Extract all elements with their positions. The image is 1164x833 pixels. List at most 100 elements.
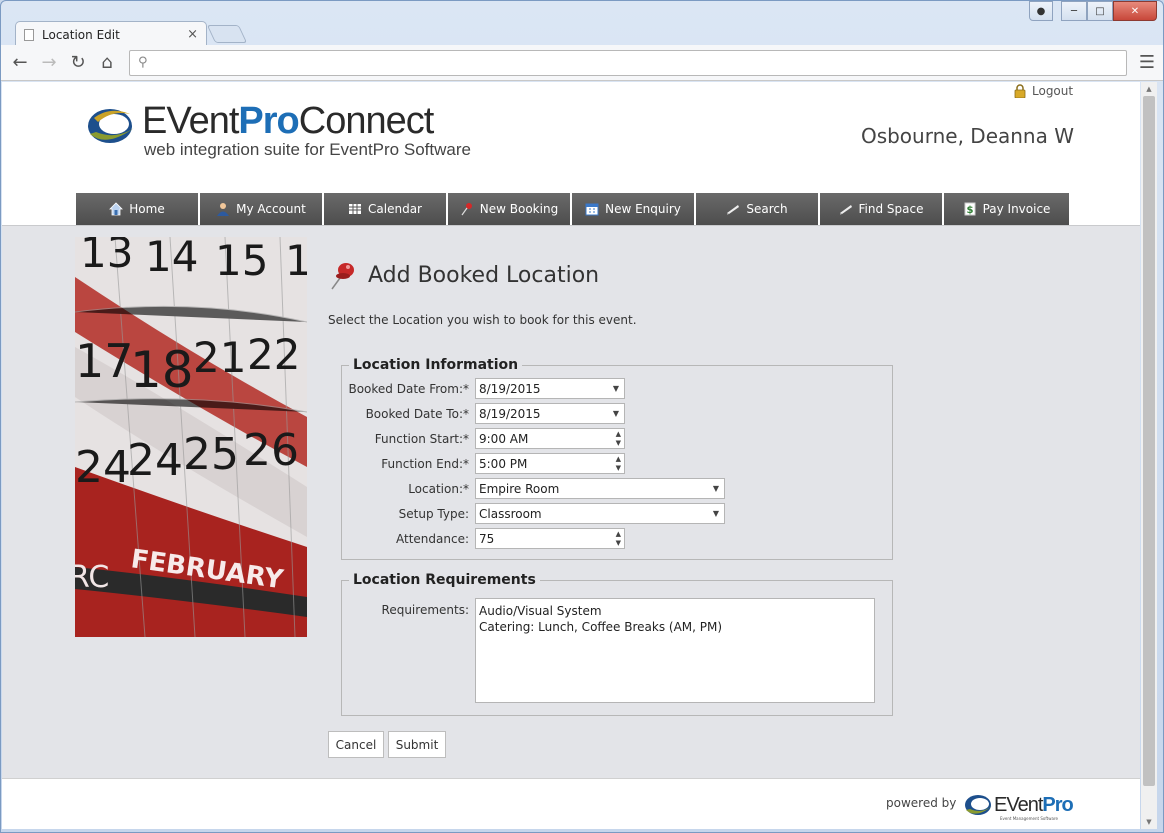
location-label: Location:*	[408, 481, 469, 496]
booked-date-to-row: Booked Date To:* 8/19/2015 ▼	[343, 403, 625, 424]
calendar-photo: 13 14 15 1 17 18 21 22 24 24 25 26 RC	[75, 237, 307, 637]
page-heading: Add Booked Location	[330, 260, 599, 290]
booked-date-to-picker[interactable]: 8/19/2015 ▼	[475, 403, 625, 424]
browser-window: Location Edit × ● ─ □ ✕ ← → ↻ ⌂ ⚲ ☰ EVen…	[0, 0, 1164, 833]
calendar-photo-illustration: 13 14 15 1 17 18 21 22 24 24 25 26 RC	[75, 237, 307, 637]
function-end-spinner[interactable]: 5:00 PM ▲ ▼	[475, 453, 625, 474]
calendar-icon	[585, 203, 599, 216]
photo-number: 26	[243, 425, 299, 476]
powered-by-text: powered by	[886, 796, 957, 810]
nav-calendar[interactable]: Calendar	[324, 193, 448, 225]
photo-number: 15	[215, 237, 268, 285]
photo-number: 25	[183, 429, 239, 480]
page-icon	[24, 28, 34, 41]
logo-swoosh-icon	[88, 109, 134, 143]
booked-date-from-picker[interactable]: 8/19/2015 ▼	[475, 378, 625, 399]
function-start-label: Function Start:*	[374, 431, 469, 446]
function-end-row: Function End:* 5:00 PM ▲ ▼	[343, 453, 625, 474]
photo-number: 13	[80, 237, 133, 277]
browser-tab[interactable]: Location Edit ×	[15, 21, 207, 47]
browser-toolbar: ← → ↻ ⌂ ⚲ ☰	[1, 45, 1163, 81]
nav-home[interactable]: Home	[76, 193, 200, 225]
logout-link[interactable]: Logout	[1014, 84, 1073, 98]
logo-tagline: web integration suite for EventPro Softw…	[144, 140, 471, 159]
eventpro-logo[interactable]: EVentPro Event Management Software	[964, 791, 1074, 823]
photo-number: 14	[145, 237, 198, 281]
booked-date-to-label: Booked Date To:*	[365, 406, 469, 421]
scroll-thumb[interactable]	[1143, 96, 1155, 786]
setup-type-select[interactable]: Classroom ▼	[475, 503, 725, 524]
photo-number: 1	[285, 237, 307, 285]
submit-button[interactable]: Submit	[388, 731, 446, 758]
photo-number: 24	[75, 442, 131, 493]
new-tab-button[interactable]	[206, 25, 248, 43]
main-navigation: Home My Account Calendar New Booking New…	[76, 193, 1075, 225]
find-space-icon	[839, 205, 852, 215]
lock-icon	[1014, 84, 1026, 98]
footer-logo-wordmark: EVentPro	[994, 794, 1074, 816]
scroll-down-icon[interactable]: ▼	[1141, 815, 1157, 829]
calendar-grid-icon	[349, 204, 362, 214]
profile-icon[interactable]: ●	[1029, 1, 1053, 21]
attendance-label: Attendance:	[396, 531, 469, 546]
photo-number: 17	[75, 334, 134, 388]
tab-close-icon[interactable]: ×	[187, 27, 198, 42]
function-start-row: Function Start:* 9:00 AM ▲ ▼	[343, 428, 625, 449]
instructions-text: Select the Location you wish to book for…	[328, 313, 637, 327]
chevron-down-icon[interactable]: ▼	[713, 509, 719, 518]
page-title: Add Booked Location	[368, 262, 600, 288]
location-information-legend: Location Information	[353, 357, 519, 373]
logout-label: Logout	[1032, 84, 1074, 98]
site-footer: powered by EVentPro Event Management Sof…	[2, 778, 1140, 829]
nav-find-space[interactable]: Find Space	[820, 193, 944, 225]
nav-search[interactable]: Search	[696, 193, 820, 225]
search-icon: ⚲	[138, 55, 148, 70]
photo-number: 22	[247, 330, 300, 379]
cancel-button[interactable]: Cancel	[328, 731, 384, 758]
requirements-label: Requirements:	[381, 603, 469, 617]
forward-icon[interactable]: →	[38, 52, 60, 74]
attendance-stepper[interactable]: 75 ▲ ▼	[475, 528, 625, 549]
photo-number: 18	[130, 341, 194, 399]
back-icon[interactable]: ←	[9, 52, 31, 74]
site-header: EVentProConnect web integration suite fo…	[2, 82, 1140, 225]
nav-my-account[interactable]: My Account	[200, 193, 324, 225]
user-name: Osbourne, Deanna W	[860, 124, 1074, 148]
nav-new-booking[interactable]: New Booking	[448, 193, 572, 225]
close-window-button[interactable]: ✕	[1113, 1, 1157, 21]
svg-text:$: $	[966, 205, 973, 216]
minimize-button[interactable]: ─	[1061, 1, 1087, 21]
footer-logo-subtitle: Event Management Software	[1000, 816, 1058, 821]
spinner-arrows-icon[interactable]: ▲ ▼	[616, 455, 621, 473]
requirements-row: Requirements: Audio/Visual System Cateri…	[343, 598, 875, 703]
nav-new-enquiry[interactable]: New Enquiry	[572, 193, 696, 225]
tab-title: Location Edit	[42, 27, 120, 42]
scroll-up-icon[interactable]: ▲	[1141, 82, 1157, 96]
photo-number: 24	[127, 435, 183, 486]
maximize-button[interactable]: □	[1087, 1, 1113, 21]
setup-type-row: Setup Type: Classroom ▼	[343, 503, 725, 524]
vertical-scrollbar[interactable]: ▲ ▼	[1141, 82, 1157, 829]
eventpro-connect-logo[interactable]: EVentProConnect web integration suite fo…	[86, 100, 476, 160]
home-browser-icon[interactable]: ⌂	[96, 52, 118, 74]
spinner-arrows-icon[interactable]: ▲ ▼	[616, 530, 621, 548]
booked-date-from-label: Booked Date From:*	[348, 381, 469, 396]
chevron-down-icon[interactable]: ▼	[613, 384, 619, 393]
home-icon	[109, 202, 124, 216]
address-bar[interactable]: ⚲	[129, 49, 1127, 76]
attendance-row: Attendance: 75 ▲ ▼	[343, 528, 625, 549]
photo-number: 21	[193, 333, 246, 382]
chevron-down-icon[interactable]: ▼	[613, 409, 619, 418]
location-requirements-legend: Location Requirements	[353, 572, 536, 588]
page-viewport: EVentProConnect web integration suite fo…	[2, 82, 1140, 829]
reload-icon[interactable]: ↻	[67, 52, 89, 74]
spinner-arrows-icon[interactable]: ▲ ▼	[616, 430, 621, 448]
function-start-spinner[interactable]: 9:00 AM ▲ ▼	[475, 428, 625, 449]
chevron-down-icon[interactable]: ▼	[713, 484, 719, 493]
photo-fragment: RC	[75, 560, 109, 595]
menu-icon[interactable]: ☰	[1139, 52, 1155, 73]
requirements-textarea[interactable]: Audio/Visual System Catering: Lunch, Cof…	[475, 598, 875, 703]
nav-pay-invoice[interactable]: $ Pay Invoice	[944, 193, 1069, 225]
main-content: 13 14 15 1 17 18 21 22 24 24 25 26 RC	[2, 225, 1140, 778]
location-select[interactable]: Empire Room ▼	[475, 478, 725, 499]
